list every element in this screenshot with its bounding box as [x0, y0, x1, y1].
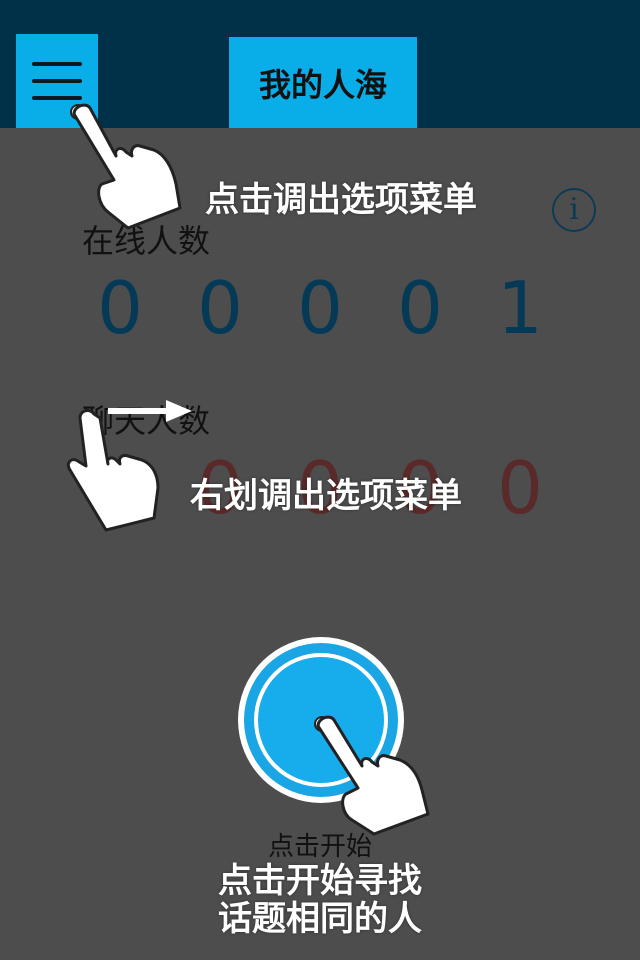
- online-digit: 0: [297, 266, 343, 350]
- online-digit: 0: [397, 266, 443, 350]
- online-digit: 0: [97, 266, 143, 350]
- info-icon[interactable]: i: [552, 188, 596, 232]
- hint-start: 点击开始寻找 话题相同的人: [200, 862, 440, 938]
- swipe-hand-icon: [66, 409, 160, 532]
- hint-tap-menu: 点击调出选项菜单: [205, 180, 477, 220]
- arrow-right-icon: [108, 400, 192, 422]
- tap-hand-icon-start: [314, 715, 430, 836]
- hamburger-menu-icon-line: [32, 62, 82, 66]
- chat-digit: 0: [497, 446, 543, 530]
- online-digit: 1: [497, 266, 543, 350]
- hint-start-line1: 点击开始寻找: [218, 861, 422, 901]
- hint-swipe-menu: 右划调出选项菜单: [190, 476, 462, 516]
- tap-hand-icon: [70, 103, 182, 230]
- online-count-display: 0 0 0 0 1: [70, 272, 570, 344]
- hamburger-menu-icon-line: [32, 79, 82, 83]
- online-digit: 0: [197, 266, 243, 350]
- hint-start-line2: 话题相同的人: [218, 899, 422, 939]
- page-title[interactable]: 我的人海: [229, 37, 417, 128]
